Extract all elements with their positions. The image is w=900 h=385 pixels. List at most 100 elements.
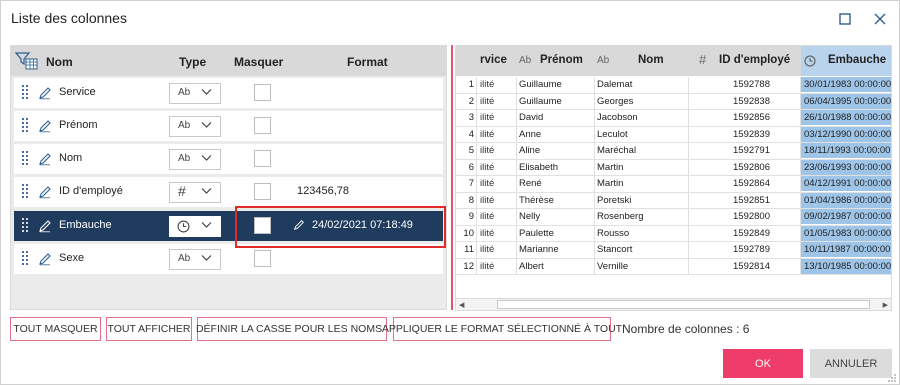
type-dropdown[interactable]: Ab — [169, 83, 221, 104]
chevron-down-icon — [201, 222, 212, 228]
type-dropdown[interactable]: Ab — [169, 249, 221, 270]
grid-header-prenom[interactable]: Prénom — [540, 54, 583, 66]
type-dropdown[interactable]: Ab — [169, 149, 221, 170]
define-case-button[interactable]: DÉFINIR LA CASSE POUR LES NOMS — [196, 317, 387, 341]
cell-service: ilité — [480, 95, 495, 107]
cell-service: ilité — [480, 161, 495, 173]
row-number: 8 — [468, 194, 474, 206]
cell-nom: Vernille — [597, 260, 629, 272]
hide-checkbox[interactable] — [254, 84, 271, 101]
number-type-icon: # — [178, 183, 186, 199]
column-filter-icon[interactable] — [15, 51, 39, 71]
table-row[interactable]: 3 ilité David Jacobson 1592856 26/10/1988 00:… — [456, 110, 891, 127]
cell-embauche: 10/11/1987 00:00:00 — [801, 242, 891, 257]
annotation-highlight — [235, 206, 446, 248]
edit-pencil-icon[interactable] — [38, 86, 52, 100]
row-number: 12 — [463, 260, 474, 272]
hide-checkbox[interactable] — [254, 250, 271, 267]
hide-checkbox[interactable] — [254, 183, 271, 200]
horizontal-scrollbar[interactable]: ◀ ▶ — [455, 298, 892, 311]
cell-id: 1592788 — [733, 79, 770, 90]
table-row[interactable]: 7 ilité René Martin 1592864 04/12/1991 00:00:… — [456, 176, 891, 193]
apply-format-all-button[interactable]: APPLIQUER LE FORMAT SÉLECTIONNÉ À TOUT — [382, 317, 622, 341]
scroll-right-icon[interactable]: ▶ — [883, 301, 888, 309]
drag-handle-icon[interactable] — [22, 184, 28, 200]
cell-id: 1592806 — [733, 161, 770, 173]
edit-pencil-icon[interactable] — [38, 152, 52, 166]
table-row[interactable]: 8 ilité Thérèse Poretski 1592851 01/04/1986 0… — [456, 192, 891, 209]
edit-pencil-icon[interactable] — [38, 219, 52, 233]
scrollbar-thumb[interactable] — [497, 300, 870, 309]
close-button[interactable] — [870, 9, 890, 29]
type-dropdown[interactable] — [169, 216, 221, 237]
header-format: Format — [347, 55, 388, 69]
cell-service: ilité — [480, 112, 495, 123]
edit-pencil-icon[interactable] — [38, 252, 52, 266]
cell-service: ilité — [480, 211, 495, 222]
chevron-down-icon — [201, 188, 212, 194]
row-number: 2 — [468, 95, 474, 107]
table-row[interactable]: 9 ilité Nelly Rosenberg 1592800 09/02/1987 00… — [456, 209, 891, 226]
cell-id: 1592839 — [733, 128, 770, 140]
drag-handle-icon[interactable] — [22, 85, 28, 101]
grid-header: rvice Ab Prénom Ab Nom # ID d'employé Em… — [456, 46, 891, 76]
type-dropdown[interactable]: # — [169, 182, 221, 203]
column-row[interactable]: Nom Ab — [14, 144, 443, 174]
ok-button[interactable]: OK — [723, 349, 803, 378]
drag-handle-icon[interactable] — [22, 151, 28, 167]
panel-splitter[interactable] — [451, 45, 453, 310]
scroll-left-icon[interactable]: ◀ — [459, 301, 464, 309]
cell-service: ilité — [480, 145, 495, 156]
drag-handle-icon[interactable] — [22, 218, 28, 234]
cell-prenom: Paulette — [519, 227, 554, 239]
column-row[interactable]: Prénom Ab — [14, 111, 443, 141]
edit-pencil-icon[interactable] — [38, 119, 52, 133]
column-row[interactable]: Service Ab — [14, 78, 443, 108]
hide-all-button[interactable]: TOUT MASQUER — [10, 317, 101, 341]
grid-header-id[interactable]: ID d'employé — [719, 54, 790, 66]
maximize-icon — [839, 13, 851, 25]
grid-header-service[interactable]: rvice — [480, 54, 507, 66]
table-row[interactable]: 5 ilité Aline Maréchal 1592791 18/11/1993 00:… — [456, 143, 891, 160]
cell-id: 1592856 — [733, 112, 770, 123]
table-row[interactable]: 6 ilité Elisabeth Martin 1592806 23/06/1993 0… — [456, 159, 891, 176]
drag-handle-icon[interactable] — [22, 118, 28, 134]
maximize-button[interactable] — [835, 9, 855, 29]
row-number: 7 — [468, 178, 474, 189]
text-type-icon: Ab — [178, 87, 191, 98]
row-number: 9 — [468, 211, 474, 222]
cell-embauche: 06/04/1995 00:00:00 — [801, 93, 891, 109]
clock-icon — [804, 55, 816, 67]
cell-service: ilité — [480, 260, 495, 272]
table-row[interactable]: 10 ilité Paulette Rousso 1592849 01/05/1983 0… — [456, 225, 891, 242]
grid-header-embauche[interactable]: Embauche — [828, 54, 886, 66]
table-row[interactable]: 12 ilité Albert Vernille 1592814 13/10/1985 0… — [456, 258, 891, 275]
column-name: Prénom — [59, 119, 98, 131]
cell-nom: Stancort — [597, 244, 633, 255]
show-all-button[interactable]: TOUT AFFICHER — [106, 317, 192, 341]
table-row[interactable]: 4 ilité Anne Leculot 1592839 03/12/1990 00:00… — [456, 126, 891, 143]
drag-handle-icon[interactable] — [22, 251, 28, 267]
resize-grip-icon[interactable] — [887, 373, 897, 383]
cell-id: 1592791 — [733, 145, 770, 156]
cancel-button[interactable]: ANNULER — [810, 349, 892, 378]
text-type-icon: Ab — [178, 120, 191, 131]
table-row[interactable]: 1 ilité Guillaume Dalemat 1592788 30/01/1983 … — [456, 77, 891, 94]
table-row[interactable]: 11 ilité Marianne Stancort 1592789 10/11/1987… — [456, 242, 891, 259]
column-row[interactable]: ID d'employé #123456,78 — [14, 177, 443, 207]
cell-nom: Maréchal — [597, 145, 637, 156]
text-type-icon: Ab — [178, 253, 191, 264]
preview-grid: rvice Ab Prénom Ab Nom # ID d'employé Em… — [455, 45, 892, 310]
column-row[interactable]: Sexe Ab — [14, 244, 443, 274]
cell-prenom: Albert — [519, 260, 544, 272]
grid-header-nom[interactable]: Nom — [638, 54, 664, 66]
table-row[interactable]: 2 ilité Guillaume Georges 1592838 06/04/1995 … — [456, 93, 891, 110]
cell-id: 1592814 — [733, 260, 770, 272]
hide-checkbox[interactable] — [254, 150, 271, 167]
edit-pencil-icon[interactable] — [38, 185, 52, 199]
type-dropdown[interactable]: Ab — [169, 116, 221, 137]
cell-id: 1592849 — [733, 227, 770, 239]
hide-checkbox[interactable] — [254, 117, 271, 134]
column-name: Sexe — [59, 252, 85, 264]
header-hide: Masquer — [234, 55, 284, 69]
